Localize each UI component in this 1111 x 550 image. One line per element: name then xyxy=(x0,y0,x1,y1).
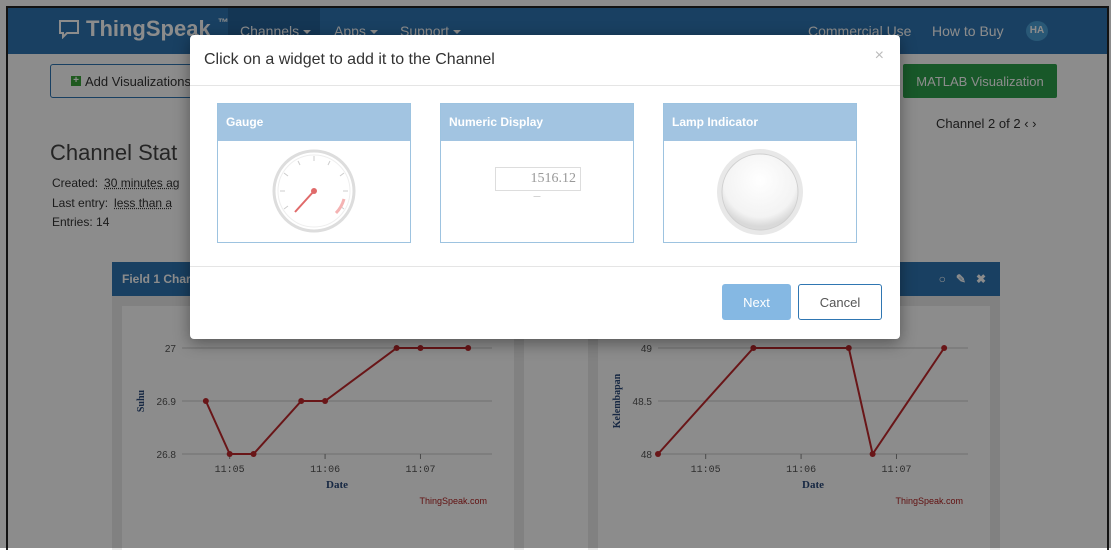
cancel-button[interactable]: Cancel xyxy=(798,284,882,320)
widget-lamp-indicator[interactable]: Lamp Indicator xyxy=(663,103,857,243)
widget-gauge[interactable]: Gauge xyxy=(217,103,411,243)
modal-footer-divider xyxy=(190,266,900,267)
add-widget-modal: Click on a widget to add it to the Chann… xyxy=(190,35,900,339)
close-icon[interactable]: × xyxy=(875,47,884,65)
modal-title: Click on a widget to add it to the Chann… xyxy=(204,51,495,68)
next-button[interactable]: Next xyxy=(722,284,791,320)
widget-numeric-display[interactable]: Numeric Display 1516.12 — xyxy=(440,103,634,243)
widget-gauge-title: Gauge xyxy=(218,104,410,141)
widget-lamp-title: Lamp Indicator xyxy=(664,104,856,141)
numeric-value: 1516.12 xyxy=(495,167,581,191)
gauge-icon xyxy=(272,149,356,233)
widget-numeric-title: Numeric Display xyxy=(441,104,633,141)
numeric-subtext: — xyxy=(533,193,541,200)
modal-divider xyxy=(190,85,900,86)
lamp-icon xyxy=(717,149,803,235)
